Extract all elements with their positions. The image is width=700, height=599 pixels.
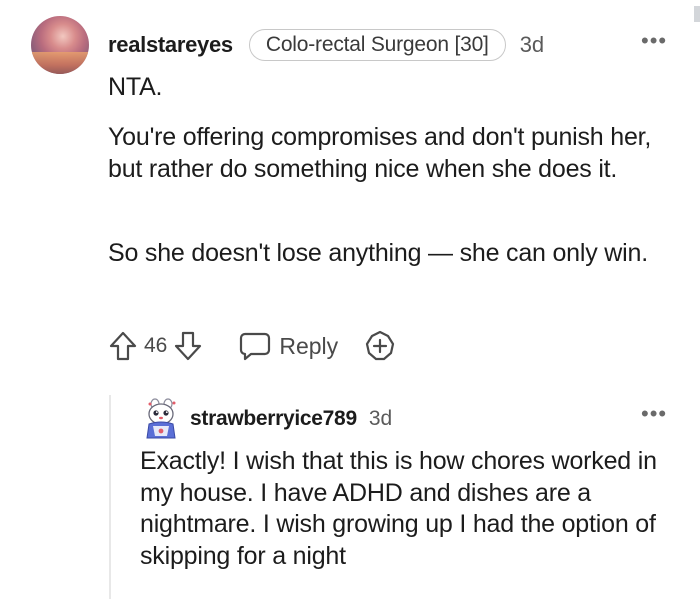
reply-header: strawberryice789 3d [190, 404, 392, 434]
scrollbar[interactable] [694, 6, 700, 22]
reply-text: Exactly! I wish that this is how chores … [140, 447, 657, 570]
avatar[interactable] [31, 16, 89, 74]
more-horizontal-icon[interactable]: ••• [641, 30, 667, 52]
comment-paragraph: NTA. [108, 73, 163, 101]
comment-action-bar: 46 Reply [108, 326, 396, 366]
username[interactable]: strawberryice789 [190, 407, 357, 431]
username[interactable]: realstareyes [108, 32, 233, 58]
avatar[interactable] [141, 398, 181, 440]
more-horizontal-icon[interactable]: ••• [641, 403, 667, 425]
comment-paragraph: You're offering compromises and don't pu… [108, 123, 652, 183]
comment-header: realstareyes Colo-rectal Surgeon [30] 3d [108, 28, 544, 62]
award-plus-icon[interactable] [364, 330, 396, 362]
comment-thread: realstareyes Colo-rectal Surgeon [30] 3d… [0, 0, 700, 599]
comment-paragraph: So she doesn't lose anything — she can o… [108, 239, 648, 267]
timestamp: 3d [519, 32, 545, 57]
user-flair: Colo-rectal Surgeon [30] [248, 29, 506, 61]
reply-button[interactable]: Reply [239, 331, 338, 361]
speech-bubble-icon [239, 331, 271, 361]
reply-label: Reply [279, 332, 339, 359]
timestamp: 3d [368, 407, 393, 430]
arrow-up-icon[interactable] [108, 330, 138, 362]
vote-count: 46 [144, 334, 168, 357]
arrow-down-icon[interactable] [173, 330, 203, 362]
thread-line[interactable] [109, 395, 111, 599]
